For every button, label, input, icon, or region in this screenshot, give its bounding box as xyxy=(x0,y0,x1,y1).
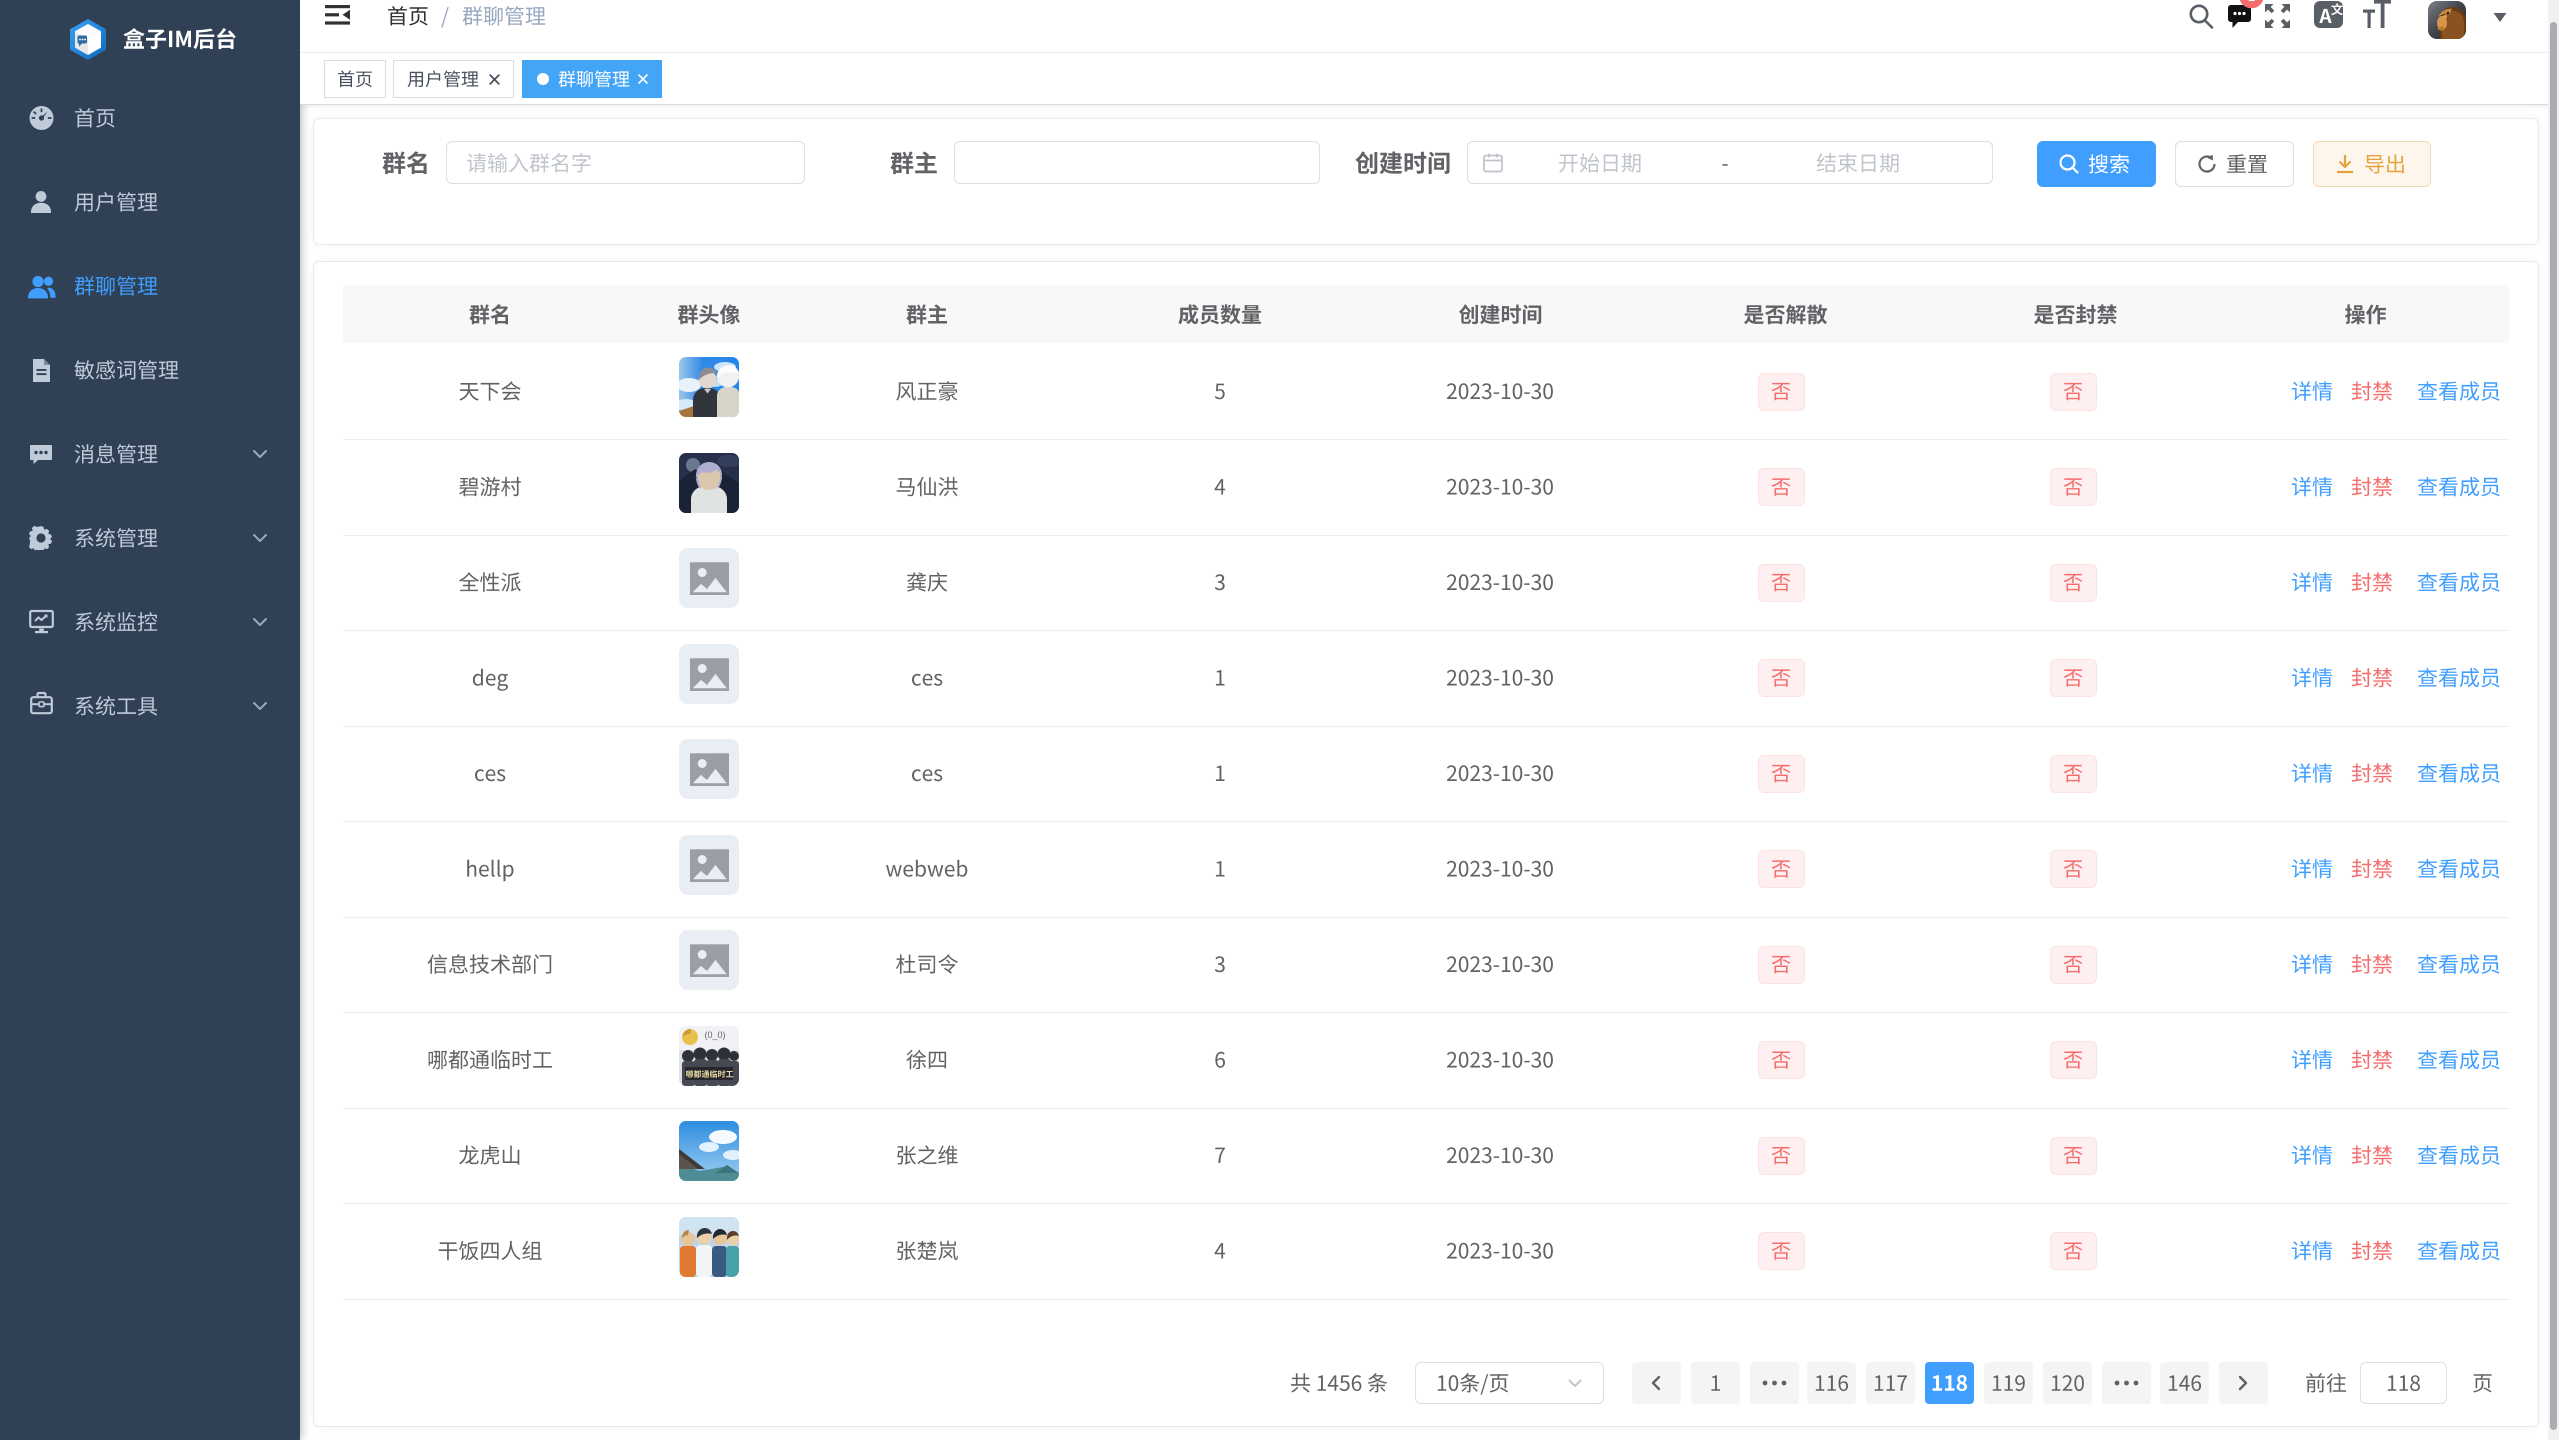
svg-text:1: 1 xyxy=(2248,0,2256,4)
svg-text:(0_0): (0_0) xyxy=(704,1030,725,1040)
